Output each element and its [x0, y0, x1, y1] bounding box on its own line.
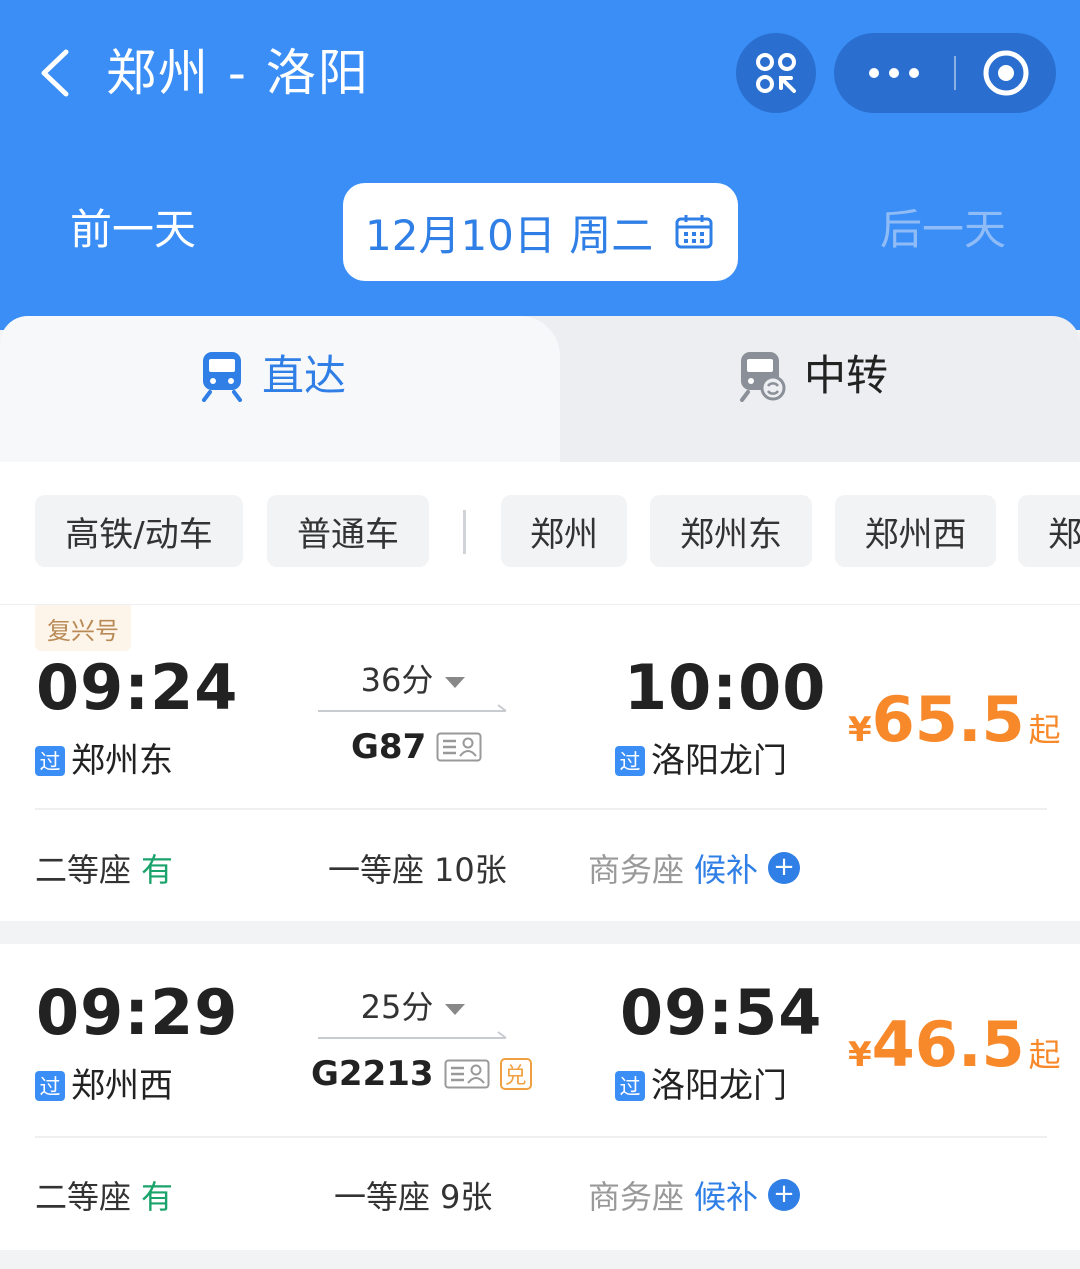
calendar-icon: [675, 215, 713, 249]
arrive-station: 过 洛阳龙门: [615, 739, 787, 783]
filter-station-zhengzhou-west[interactable]: 郑州西: [835, 495, 996, 567]
arrow-line-icon: [318, 704, 507, 712]
plus-icon[interactable]: +: [768, 1179, 801, 1211]
pass-badge: 过: [35, 746, 65, 776]
page-title: 郑州 - 洛阳: [106, 44, 370, 102]
price-suffix: 起: [1028, 711, 1061, 749]
tab-direct-label: 直达: [262, 351, 347, 400]
depart-station: 过 郑州东: [35, 739, 173, 783]
card-divider: [35, 808, 1047, 810]
seat-availability: 有: [141, 851, 174, 889]
tab-transfer-label: 中转: [804, 351, 889, 400]
seat-label: 一等座: [334, 1178, 431, 1216]
filter-regular-train[interactable]: 普通车: [267, 495, 429, 567]
chevron-down-icon: [445, 676, 466, 688]
train-number: G87: [351, 727, 482, 767]
depart-time: 09:24: [36, 651, 239, 724]
price: ¥46.5 起: [848, 1008, 1061, 1081]
arrive-station-name: 洛阳龙门: [651, 1066, 787, 1106]
pass-badge: 过: [615, 746, 645, 776]
card-divider: [35, 1136, 1047, 1138]
waitlist-label: 候补: [694, 851, 759, 889]
seat-first-class[interactable]: 一等座 10张: [328, 845, 507, 891]
seat-availability: 10张: [434, 851, 507, 889]
depart-station: 过 郑州西: [35, 1064, 173, 1108]
train-icon: [202, 352, 242, 402]
seat-label: 商务座: [588, 1178, 685, 1216]
back-arrow-icon[interactable]: [34, 46, 78, 100]
train-card[interactable]: 09:29 过 郑州西 25分 G2213 兑 09:54 过 洛阳龙门 ¥46…: [0, 944, 1080, 1250]
duration-text: 36分: [360, 661, 434, 699]
more-icon[interactable]: [834, 33, 954, 113]
plus-icon[interactable]: +: [768, 852, 801, 884]
filter-bar: 高铁/动车 普通车 郑州 郑州东 郑州西 郑: [0, 462, 1080, 604]
id-card-icon: [444, 1059, 490, 1089]
seat-label: 一等座: [328, 851, 425, 889]
price-suffix: 起: [1028, 1036, 1061, 1074]
header: 郑州 - 洛阳 前一天 12月10日 周二 后一天: [0, 0, 1080, 330]
duration[interactable]: 25分: [318, 982, 508, 1028]
date-selector[interactable]: 12月10日 周二: [343, 183, 738, 281]
train-card[interactable]: 复兴号 09:24 过 郑州东 36分 G87 10:00 过 洛阳龙门 ¥65…: [0, 604, 1080, 921]
route-type-tabs: 直达 中转: [0, 316, 1080, 462]
arrive-time: 09:54: [620, 976, 823, 1049]
pass-badge: 过: [615, 1071, 645, 1101]
seat-label: 二等座: [35, 1178, 132, 1216]
seat-first-class[interactable]: 一等座 9张: [334, 1172, 492, 1218]
tab-direct[interactable]: 直达: [200, 346, 346, 406]
fuxing-badge: 复兴号: [35, 605, 131, 651]
next-day-button[interactable]: 后一天: [880, 200, 1006, 260]
prev-day-button[interactable]: 前一天: [70, 200, 196, 260]
close-target-icon: [983, 50, 1029, 96]
depart-station-name: 郑州东: [71, 741, 173, 781]
depart-station-name: 郑州西: [71, 1066, 173, 1106]
exchange-badge: 兑: [499, 1058, 532, 1090]
waitlist-label: 候补: [694, 1178, 759, 1216]
filter-station-zhengzhou[interactable]: 郑州: [501, 495, 627, 567]
transfer-train-icon: [740, 352, 786, 402]
seat-availability: 有: [141, 1178, 174, 1216]
price-amount: 46.5: [871, 1008, 1025, 1081]
seat-business-class[interactable]: 商务座 候补 +: [588, 845, 801, 891]
arrow-line-icon: [318, 1031, 507, 1039]
seat-label: 二等座: [35, 851, 132, 889]
tab-transfer[interactable]: 中转: [738, 346, 888, 406]
depart-time: 09:29: [36, 976, 239, 1049]
filter-high-speed[interactable]: 高铁/动车: [35, 495, 243, 567]
price: ¥65.5 起: [848, 683, 1061, 756]
id-card-icon: [436, 732, 482, 762]
arrive-time: 10:00: [624, 651, 827, 724]
duration-text: 25分: [360, 988, 434, 1026]
price-amount: 65.5: [871, 683, 1025, 756]
seat-second-class[interactable]: 二等座 有: [35, 1172, 173, 1218]
scan-button[interactable]: [736, 33, 816, 113]
close-button[interactable]: [956, 33, 1056, 113]
chevron-down-icon: [445, 1003, 466, 1015]
price-currency: ¥: [848, 710, 872, 750]
seat-business-class[interactable]: 商务座 候补 +: [588, 1172, 801, 1218]
filter-station-zhengzhou-east[interactable]: 郑州东: [650, 495, 812, 567]
pass-badge: 过: [35, 1071, 65, 1101]
seat-availability: 9张: [440, 1178, 493, 1216]
mini-program-capsule: [834, 33, 1056, 113]
seat-label: 商务座: [588, 851, 685, 889]
arrive-station-name: 洛阳龙门: [651, 741, 787, 781]
arrive-station: 过 洛阳龙门: [615, 1064, 787, 1108]
scan-icon: [756, 53, 796, 93]
price-currency: ¥: [848, 1035, 872, 1075]
train-number-text: G2213: [311, 1054, 434, 1094]
train-number-text: G87: [351, 727, 427, 767]
filter-divider: [463, 510, 466, 554]
selected-date: 12月10日 周二: [365, 210, 654, 260]
seat-second-class[interactable]: 二等座 有: [35, 845, 173, 891]
duration[interactable]: 36分: [318, 655, 508, 701]
train-number: G2213 兑: [311, 1054, 532, 1094]
filter-station-more[interactable]: 郑: [1018, 495, 1080, 567]
